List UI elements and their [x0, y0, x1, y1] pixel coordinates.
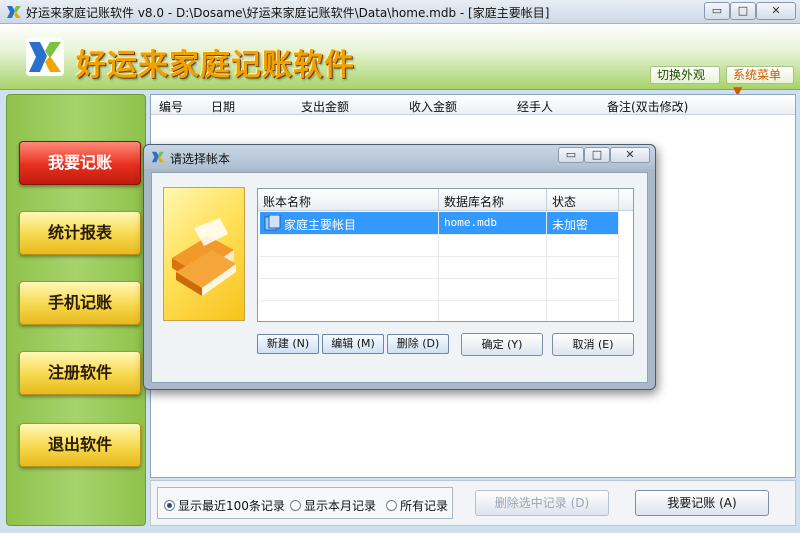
maximize-button[interactable]: □ [730, 2, 756, 20]
books-illustration [163, 187, 245, 321]
nav-mobile[interactable]: 手机记账 [19, 281, 141, 325]
column-divider [438, 189, 439, 211]
column-gridline [546, 211, 547, 321]
ledger-list[interactable]: 账本名称 数据库名称 状态 家庭主要帐目 home.mdb 未加密 [257, 188, 634, 322]
radio-dot [290, 500, 301, 511]
ledger-db: home.mdb [444, 216, 497, 229]
nav-add-record[interactable]: 我要记账 [19, 141, 141, 185]
record-filter-group: 显示最近100条记录 显示本月记录 所有记录 [157, 487, 453, 519]
nav-register[interactable]: 注册软件 [19, 351, 141, 395]
sidebar: 我要记账 统计报表 手机记账 注册软件 退出软件 [6, 94, 146, 526]
col-status[interactable]: 状态 [552, 193, 576, 210]
radio-recent[interactable]: 显示最近100条记录 [164, 497, 285, 514]
dialog-close-button[interactable]: ✕ [610, 147, 650, 163]
row-divider [260, 256, 618, 257]
grid-header: 编号 日期 支出金额 收入金额 经手人 备注(双击修改) [151, 95, 795, 115]
bottom-toolbar: 显示最近100条记录 显示本月记录 所有记录 删除选中记录 (D) 我要记账 (… [150, 480, 796, 526]
delete-ledger-button[interactable]: 删除 (D) [387, 334, 449, 354]
dialog-maximize-button[interactable]: □ [584, 147, 610, 163]
column-gridline [438, 211, 439, 321]
dialog-body: 账本名称 数据库名称 状态 家庭主要帐目 home.mdb 未加密 新建 (N)… [151, 172, 648, 383]
edit-ledger-button[interactable]: 编辑 (M) [322, 334, 384, 354]
col-db-name[interactable]: 数据库名称 [444, 193, 504, 210]
brand-logo-icon [26, 38, 64, 76]
new-ledger-button[interactable]: 新建 (N) [257, 334, 319, 354]
ledger-book-icon [264, 215, 281, 231]
delete-selected-button[interactable]: 删除选中记录 (D) [475, 490, 609, 516]
row-divider [260, 300, 618, 301]
close-button[interactable]: ✕ [756, 2, 796, 20]
col-income[interactable]: 收入金额 [409, 98, 457, 115]
radio-dot [386, 500, 397, 511]
dialog-logo-icon [151, 151, 165, 163]
radio-month[interactable]: 显示本月记录 [290, 497, 376, 514]
row-divider [260, 234, 618, 235]
ledger-name: 家庭主要帐目 [284, 218, 357, 232]
ok-button[interactable]: 确定 (Y) [461, 333, 543, 356]
books-icon [172, 218, 236, 296]
dialog-title: 请选择帐本 [170, 152, 231, 166]
window-titlebar: 好运来家庭记账软件 v8.0 - D:\Dosame\好运来家庭记账软件\Dat… [0, 0, 800, 24]
row-divider [260, 278, 618, 279]
col-date[interactable]: 日期 [211, 98, 235, 115]
minimize-button[interactable]: ▭ [704, 2, 730, 20]
ledger-row[interactable]: 家庭主要帐目 home.mdb 未加密 [260, 212, 618, 234]
radio-month-label: 显示本月记录 [304, 499, 377, 513]
column-gridline [618, 211, 619, 321]
col-ledger-name[interactable]: 账本名称 [263, 193, 311, 210]
dialog-titlebar: 请选择帐本 ▭ □ ✕ [144, 145, 655, 169]
col-expense[interactable]: 支出金额 [301, 98, 349, 115]
select-ledger-dialog: 请选择帐本 ▭ □ ✕ 账本名称 数据库名称 状态 家庭主要帐目 home.md… [143, 144, 656, 390]
col-note[interactable]: 备注(双击修改) [607, 98, 688, 115]
column-divider [618, 189, 619, 211]
app-logo-icon [7, 6, 21, 18]
col-id[interactable]: 编号 [159, 98, 183, 115]
column-divider [546, 189, 547, 211]
window-title: 好运来家庭记账软件 v8.0 - D:\Dosame\好运来家庭记账软件\Dat… [26, 6, 550, 20]
add-record-button[interactable]: 我要记账 (A) [635, 490, 769, 516]
nav-statistics[interactable]: 统计报表 [19, 211, 141, 255]
dialog-minimize-button[interactable]: ▭ [558, 147, 584, 163]
ledger-list-header: 账本名称 数据库名称 状态 [258, 189, 633, 211]
nav-exit[interactable]: 退出软件 [19, 423, 141, 467]
radio-all[interactable]: 所有记录 [386, 497, 448, 514]
radio-recent-label: 显示最近100条记录 [178, 499, 285, 513]
radio-dot [164, 500, 175, 511]
ledger-status: 未加密 [552, 218, 589, 232]
brand-title: 好运来家庭记账软件 [76, 48, 355, 83]
system-menu-button[interactable]: 系统菜单▼ [726, 66, 794, 98]
col-handler[interactable]: 经手人 [517, 98, 553, 115]
cancel-button[interactable]: 取消 (E) [552, 333, 634, 356]
switch-skin-button[interactable]: 切换外观 [650, 66, 720, 84]
radio-all-label: 所有记录 [400, 499, 449, 513]
